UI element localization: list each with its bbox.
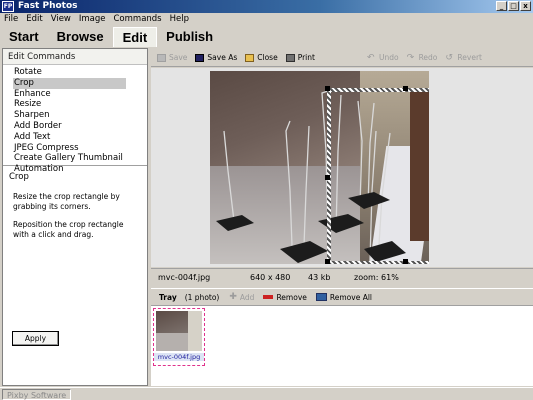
crop-handle-top-left[interactable] <box>325 86 330 91</box>
save-label: Save <box>169 53 188 62</box>
app-icon: FP <box>2 1 14 12</box>
command-jpeg-compress[interactable]: JPEG Compress <box>13 143 126 154</box>
image-toolbar: Save Save As Close Print ↶ Undo ↷ Redo ↺… <box>151 49 533 67</box>
menu-commands[interactable]: Commands <box>110 13 166 26</box>
crop-handle-left[interactable] <box>325 175 330 180</box>
tray-remove-all-label: Remove All <box>329 292 372 302</box>
edit-commands-panel: Edit Commands Rotate Crop Enhance Resize… <box>2 48 148 386</box>
tray-thumbnail-caption: mvc-004f.jpg <box>154 353 204 361</box>
brand-label: Pixby Software <box>2 389 72 400</box>
command-enhance[interactable]: Enhance <box>13 89 126 100</box>
close-label: Close <box>257 53 278 62</box>
save-as-button[interactable]: Save As <box>195 53 237 62</box>
maximize-button[interactable]: □ <box>508 1 519 11</box>
tab-start[interactable]: Start <box>0 27 48 47</box>
tray-add-button[interactable]: ✚ Add <box>229 293 254 302</box>
revert-icon: ↺ <box>445 52 453 63</box>
remove-icon <box>263 295 274 299</box>
image-dimensions: 640 x 480 <box>250 272 291 282</box>
tab-edit[interactable]: Edit <box>112 27 158 47</box>
crop-handle-bottom[interactable] <box>403 259 408 264</box>
mode-navigation: Start Browse Edit Publish <box>0 27 533 47</box>
command-crop[interactable]: Crop <box>13 77 126 89</box>
photo-tray: mvc-004f.jpg <box>151 305 533 386</box>
menu-file[interactable]: File <box>0 13 22 26</box>
save-as-icon <box>195 53 205 62</box>
edit-commands-title: Edit Commands <box>3 49 147 65</box>
window-title: Fast Photos <box>18 1 78 11</box>
command-list: Rotate Crop Enhance Resize Sharpen Add B… <box>3 65 147 174</box>
save-icon <box>157 53 166 62</box>
revert-label: Revert <box>457 53 482 62</box>
menu-bar: File Edit View Image Commands Help <box>0 13 533 26</box>
undo-label: Undo <box>378 53 399 62</box>
tray-remove-button[interactable]: Remove <box>263 292 307 302</box>
thumbnail-paper <box>188 311 202 351</box>
tray-remove-label: Remove <box>276 292 307 302</box>
print-button[interactable]: Print <box>285 53 315 62</box>
image-filesize: 43 kb <box>308 272 331 282</box>
save-button[interactable]: Save <box>157 53 187 62</box>
menu-image[interactable]: Image <box>75 13 110 26</box>
redo-button[interactable]: ↷ Redo <box>407 53 438 62</box>
undo-icon: ↶ <box>366 52 375 63</box>
undo-button[interactable]: ↶ Undo <box>367 53 399 62</box>
tab-publish[interactable]: Publish <box>157 27 222 47</box>
tray-remove-all-button[interactable]: Remove All <box>315 292 372 302</box>
tray-header: Tray (1 photo) ✚ Add Remove Remove All <box>151 288 533 305</box>
close-window-button[interactable]: x <box>520 1 531 11</box>
crop-rectangle[interactable] <box>327 88 429 264</box>
tab-browse[interactable]: Browse <box>48 27 113 47</box>
command-add-border[interactable]: Add Border <box>13 121 126 132</box>
revert-button[interactable]: ↺ Revert <box>445 53 482 62</box>
zoom-level: zoom: 61% <box>354 272 399 282</box>
redo-icon: ↷ <box>406 52 415 63</box>
menu-view[interactable]: View <box>47 13 75 26</box>
menu-edit[interactable]: Edit <box>22 13 46 26</box>
crop-handle-top[interactable] <box>403 86 408 91</box>
tray-thumbnail-item[interactable]: mvc-004f.jpg <box>153 308 205 366</box>
image-filename: mvc-004f.jpg <box>158 272 211 282</box>
image-canvas <box>151 68 533 267</box>
crop-instruction-resize: Resize the crop rectangle by grabbing it… <box>13 192 120 211</box>
crop-instructions: Resize the crop rectangle by grabbing it… <box>3 188 147 239</box>
command-rotate[interactable]: Rotate <box>13 67 126 78</box>
tray-title: Tray <box>159 292 177 302</box>
save-as-label: Save As <box>207 53 238 62</box>
command-resize[interactable]: Resize <box>13 99 126 110</box>
printer-icon <box>285 53 295 62</box>
apply-button[interactable]: Apply <box>12 331 59 346</box>
command-create-gallery-thumbnail[interactable]: Create Gallery Thumbnail <box>13 153 126 164</box>
close-file-icon <box>245 53 255 62</box>
plus-icon: ✚ <box>229 292 237 302</box>
tray-add-label: Add <box>239 292 255 302</box>
crop-handle-bottom-left[interactable] <box>325 259 330 264</box>
status-bar: Pixby Software <box>0 387 533 400</box>
edited-photo <box>210 71 429 264</box>
command-sharpen[interactable]: Sharpen <box>13 110 126 121</box>
crop-instruction-reposition: Reposition the crop rectangle with a cli… <box>13 220 124 239</box>
command-add-text[interactable]: Add Text <box>13 132 126 143</box>
title-bar: FP Fast Photos _ □ x <box>0 0 533 13</box>
menu-help[interactable]: Help <box>166 13 193 26</box>
close-button[interactable]: Close <box>245 53 278 62</box>
redo-label: Redo <box>418 53 438 62</box>
remove-all-icon <box>315 293 327 301</box>
tray-thumbnail-image <box>156 311 202 351</box>
image-info-bar: mvc-004f.jpg 640 x 480 43 kb zoom: 61% <box>151 268 533 285</box>
print-label: Print <box>297 53 315 62</box>
minimize-button[interactable]: _ <box>496 1 507 11</box>
tray-count: (1 photo) <box>184 292 220 302</box>
